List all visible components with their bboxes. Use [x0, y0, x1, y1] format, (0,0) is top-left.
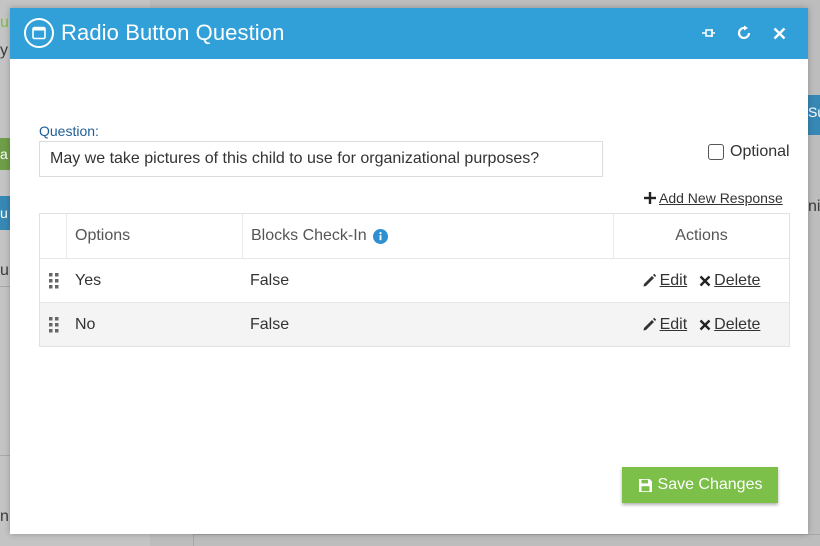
floppy-disk-icon: [638, 478, 652, 492]
actions-cell: Edit Delete: [613, 259, 789, 302]
table-header-row: Options Blocks Check-In Actions: [40, 214, 789, 258]
pencil-icon: [643, 273, 656, 287]
table-row: No False Edit Delete: [40, 302, 789, 346]
edit-button[interactable]: Edit: [642, 271, 688, 290]
question-label: Question:: [39, 123, 99, 139]
drag-handle-icon[interactable]: [40, 259, 67, 302]
blocks-checkin-header: Blocks Check-In: [242, 214, 613, 258]
bg-fragment: a: [0, 146, 8, 162]
drag-handle-icon[interactable]: [40, 303, 67, 346]
bg-fragment: u: [0, 205, 8, 221]
checkbox-box[interactable]: [708, 144, 724, 160]
bg-divider: [0, 455, 10, 456]
blocks-checkin-cell: False: [250, 315, 290, 333]
refresh-icon[interactable]: [732, 21, 756, 45]
delete-button[interactable]: Delete: [699, 272, 760, 290]
x-icon: [699, 319, 711, 330]
responses-table: Options Blocks Check-In Actions Yes Fals…: [39, 213, 790, 347]
dialog-title: Radio Button Question: [61, 20, 285, 45]
radio-button-question-dialog: Radio Button Question Question: Optional…: [10, 8, 808, 534]
close-icon[interactable]: [767, 21, 791, 45]
optional-label: Optional: [730, 143, 790, 160]
drag-header-cell: [40, 214, 67, 258]
pencil-icon: [643, 317, 656, 331]
blocks-checkin-header-label: Blocks Check-In: [251, 227, 367, 244]
dialog-header: Radio Button Question: [10, 8, 808, 59]
actions-header: Actions: [613, 214, 789, 258]
edit-label: Edit: [659, 315, 688, 333]
bg-fragment: u: [0, 14, 9, 31]
bg-divider: [0, 286, 10, 287]
bg-fragment: ni: [808, 198, 820, 215]
pin-icon[interactable]: [697, 21, 721, 45]
save-changes-button[interactable]: Save Changes: [622, 467, 778, 503]
edit-button[interactable]: Edit: [642, 315, 688, 334]
option-cell: Yes: [75, 271, 102, 289]
bg-fragment: n: [0, 508, 9, 525]
plus-icon: [644, 192, 656, 204]
question-input[interactable]: [39, 141, 603, 177]
bg-fragment: Su: [808, 104, 820, 120]
bg-divider: [193, 534, 194, 546]
optional-checkbox[interactable]: Optional: [708, 143, 790, 161]
option-cell: No: [75, 315, 96, 333]
actions-cell: Edit Delete: [613, 303, 789, 346]
delete-label: Delete: [714, 315, 761, 333]
edit-label: Edit: [659, 271, 688, 289]
bg-divider: [193, 534, 820, 535]
info-icon[interactable]: [372, 228, 388, 244]
bg-fragment: y: [0, 42, 8, 59]
window-icon: [24, 18, 54, 48]
table-row: Yes False Edit Delete: [40, 258, 789, 302]
options-header: Options: [75, 227, 131, 244]
save-changes-label: Save Changes: [657, 476, 763, 493]
add-new-response-label: Add New Response: [659, 190, 783, 206]
x-icon: [699, 275, 711, 286]
add-new-response-link[interactable]: Add New Response: [644, 190, 783, 206]
delete-label: Delete: [714, 271, 761, 289]
blocks-checkin-cell: False: [250, 271, 290, 289]
delete-button[interactable]: Delete: [699, 316, 760, 334]
